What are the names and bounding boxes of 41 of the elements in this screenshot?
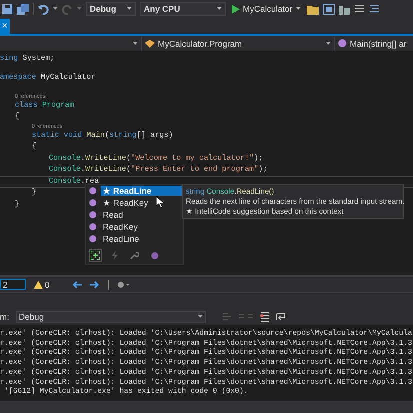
error-count[interactable]: 2 — [0, 279, 26, 290]
caret-icon[interactable] — [77, 7, 82, 11]
forward-arrow-icon[interactable] — [90, 280, 100, 288]
completion-item[interactable]: ★ ReadKey — [86, 197, 183, 209]
caret-icon — [326, 42, 331, 46]
word-wrap-icon[interactable] — [276, 312, 287, 322]
close-button[interactable]: × — [0, 19, 10, 34]
expand-icon — [91, 251, 100, 260]
caret-icon — [217, 7, 222, 11]
caret-icon — [127, 7, 132, 11]
undo-icon[interactable] — [38, 4, 49, 14]
caret-icon[interactable] — [53, 7, 58, 11]
save-icon[interactable] — [2, 4, 13, 14]
wrench-icon — [130, 251, 139, 260]
completion-item[interactable]: ReadKey — [86, 221, 183, 233]
start-button[interactable]: MyCalculator — [230, 4, 303, 14]
screen-icon[interactable] — [322, 4, 335, 14]
caret-icon — [198, 315, 203, 319]
back-arrow-icon[interactable] — [72, 280, 82, 288]
configuration-dropdown[interactable]: Debug — [86, 2, 136, 16]
method-icon — [338, 39, 347, 48]
warning-icon — [34, 280, 43, 288]
completion-item[interactable]: ReadLine — [86, 233, 183, 245]
caret-icon — [296, 7, 301, 11]
play-icon — [232, 4, 240, 14]
lightning-icon — [112, 251, 118, 260]
mouse-pointer-icon — [156, 196, 165, 209]
clear-all-icon[interactable] — [260, 312, 270, 322]
caret-icon — [133, 42, 138, 46]
output-source-label: m: — [0, 312, 10, 322]
class-icon — [145, 40, 155, 48]
filter-button[interactable] — [128, 249, 141, 262]
filter-button[interactable] — [89, 249, 102, 262]
list-icon[interactable] — [354, 4, 365, 14]
output-source-dropdown[interactable]: Debug — [16, 311, 206, 323]
folder-icon[interactable] — [306, 4, 319, 14]
completion-item[interactable]: Read — [86, 209, 183, 221]
platform-dropdown[interactable]: Any CPU — [140, 2, 226, 16]
save-all-icon[interactable] — [17, 4, 29, 14]
warning-count[interactable]: 0 — [34, 280, 50, 290]
type-dropdown[interactable]: MyCalculator.Program — [142, 36, 335, 50]
